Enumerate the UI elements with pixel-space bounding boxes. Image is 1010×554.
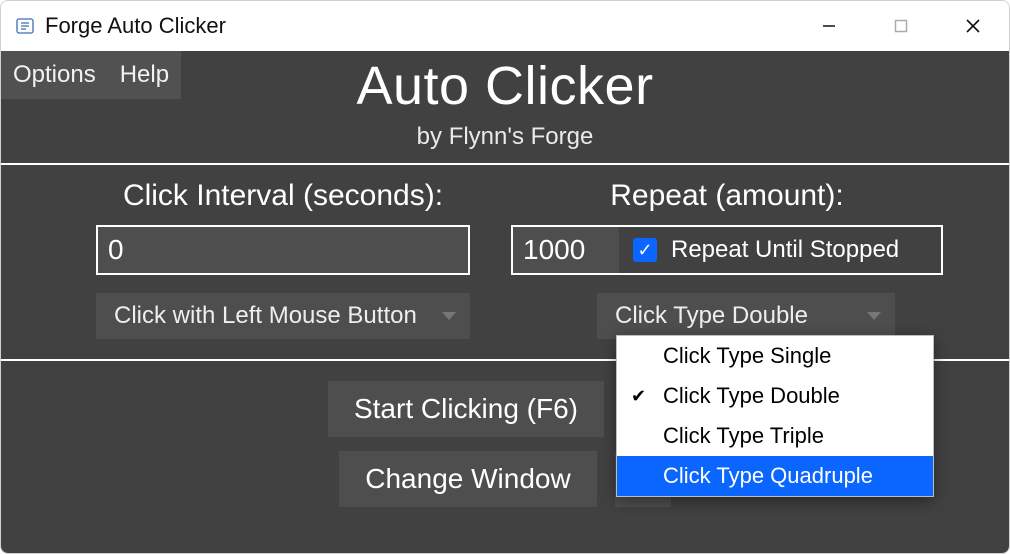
mouse-button-dropdown-label: Click with Left Mouse Button <box>114 302 417 330</box>
click-type-option[interactable]: Click Type Single <box>617 336 933 376</box>
click-type-option-label: Click Type Triple <box>663 423 824 449</box>
click-type-dropdown[interactable]: Click Type Double <box>597 293 895 339</box>
app-icon <box>15 16 35 36</box>
interval-input[interactable] <box>108 234 458 266</box>
client-area: Options Help Auto Clicker by Flynn's For… <box>1 51 1009 554</box>
settings-section: Click Interval (seconds): Click with Lef… <box>1 165 1009 359</box>
click-type-option-label: Click Type Single <box>663 343 831 369</box>
click-type-option-label: Click Type Double <box>663 383 840 409</box>
click-type-option[interactable]: Click Type Triple <box>617 416 933 456</box>
repeat-until-stopped-checkbox[interactable]: ✓ <box>633 238 657 262</box>
repeat-label: Repeat (amount): <box>610 179 843 213</box>
click-type-option[interactable]: ✔ Click Type Double <box>617 376 933 416</box>
interval-column: Click Interval (seconds): Click with Lef… <box>68 179 498 339</box>
menubar: Options Help <box>1 51 181 99</box>
click-type-option-label: Click Type Quadruple <box>663 463 873 489</box>
repeat-column: Repeat (amount): ✓ Repeat Until Stopped … <box>512 179 942 339</box>
change-window-button[interactable]: Change Window <box>339 451 596 507</box>
click-type-menu: Click Type Single ✔ Click Type Double Click… <box>616 335 934 497</box>
chevron-down-icon <box>867 312 881 320</box>
repeat-until-stopped-label: Repeat Until Stopped <box>671 236 899 264</box>
interval-label: Click Interval (seconds): <box>123 179 443 213</box>
check-icon: ✔ <box>631 386 646 407</box>
repeat-row: ✓ Repeat Until Stopped <box>511 225 943 275</box>
app-window: Forge Auto Clicker Options Help Auto Cli… <box>0 0 1010 554</box>
chevron-down-icon <box>442 312 456 320</box>
repeat-input[interactable] <box>523 234 609 266</box>
mouse-button-dropdown[interactable]: Click with Left Mouse Button <box>96 293 470 339</box>
click-type-option[interactable]: Click Type Quadruple <box>617 456 933 496</box>
menu-help[interactable]: Help <box>108 51 181 99</box>
repeat-input-wrap[interactable] <box>513 227 619 273</box>
maximize-button[interactable] <box>865 1 937 51</box>
menu-options[interactable]: Options <box>1 51 108 99</box>
start-button[interactable]: Start Clicking (F6) <box>328 381 604 437</box>
titlebar: Forge Auto Clicker <box>1 1 1009 51</box>
close-button[interactable] <box>937 1 1009 51</box>
minimize-button[interactable] <box>793 1 865 51</box>
click-type-dropdown-label: Click Type Double <box>615 302 808 330</box>
interval-input-wrap[interactable] <box>96 225 470 275</box>
app-byline: by Flynn's Forge <box>1 123 1009 151</box>
window-title: Forge Auto Clicker <box>45 13 226 39</box>
